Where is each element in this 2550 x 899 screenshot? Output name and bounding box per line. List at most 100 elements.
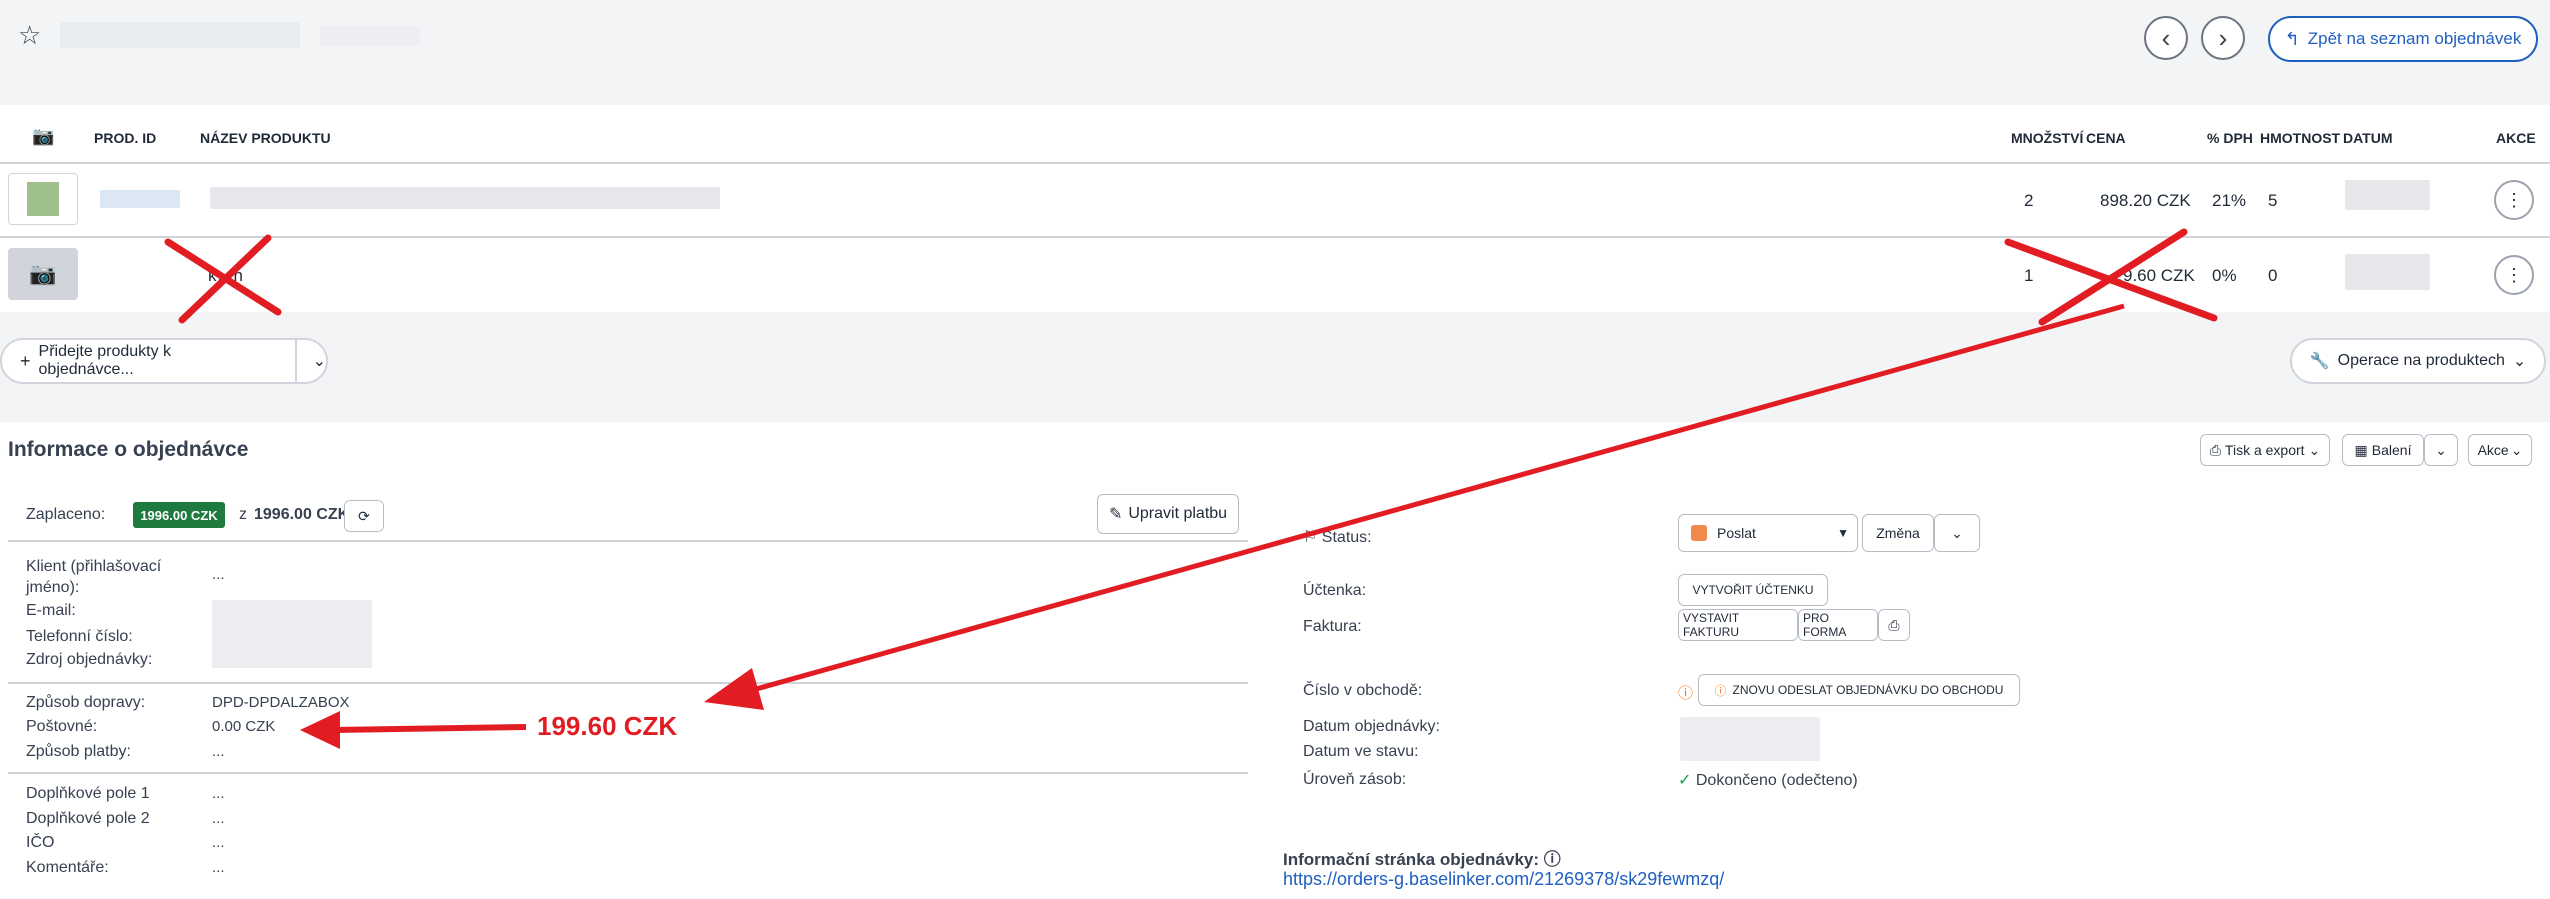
info-page-link[interactable]: https://orders-g.baselinker.com/21269378…: [1283, 869, 1724, 890]
edit-payment-button[interactable]: ✎ Upravit platbu: [1097, 494, 1239, 534]
caret-down-icon: ▼: [1837, 526, 1849, 540]
row1-price: 898.20 CZK: [2100, 191, 2191, 210]
actions-label: Akce: [2477, 442, 2509, 458]
shipping-method-label: Způsob dopravy:: [26, 694, 146, 711]
add-products-split-button[interactable]: + Přidejte produkty k objednávce... ⌄: [0, 338, 328, 384]
extra-field-1-value: ...: [212, 785, 225, 802]
paid-of-prefix: z: [239, 506, 247, 523]
phone-label: Telefonní číslo:: [26, 628, 133, 645]
extra-field-1-label: Doplňkové pole 1: [26, 785, 150, 802]
col-weight: HMOTNOST: [2260, 130, 2341, 146]
product-operations-label: Operace na produktech: [2337, 352, 2505, 369]
col-name: NÁZEV PRODUKTU: [200, 130, 331, 146]
back-to-orders-button[interactable]: ↰ Zpět na seznam objednávek: [2268, 16, 2538, 62]
product-thumbnail-placeholder[interactable]: 📷: [8, 248, 78, 300]
col-prod-id: PROD. ID: [94, 130, 157, 146]
row2-price: …9.60 CZK: [2106, 266, 2195, 285]
more-vertical-icon: ⋮: [2505, 189, 2523, 210]
info-page-label: Informační stránka objednávky: ⓘ: [1283, 845, 1561, 870]
comments-value: ...: [212, 859, 225, 876]
order-info-title: Informace o objednávce: [8, 438, 249, 461]
row2-actions-button[interactable]: ⋮: [2494, 255, 2534, 295]
chevron-down-icon: ⌄: [2512, 353, 2527, 370]
packing-label: Balení: [2371, 442, 2412, 458]
row2-weight: 0: [2268, 266, 2278, 285]
product-image: [27, 182, 59, 216]
divider: [8, 682, 1248, 684]
print-export-label: Tisk a export: [2224, 442, 2305, 458]
col-actions: AKCE: [2496, 130, 2536, 146]
contact-redacted: [212, 600, 372, 668]
status-date-label: Datum ve stavu:: [1303, 743, 1419, 760]
resend-order-button[interactable]: ⓘ ZNOVU ODESLAT OBJEDNÁVKU DO OBCHODU: [1698, 674, 2020, 706]
col-price: CENA: [2086, 130, 2126, 146]
annotation-amount: 199.60 CZK: [537, 711, 678, 741]
status-label: ⚐ Status:: [1303, 527, 1372, 547]
shipping-method-value: DPD-DPDALZABOX: [212, 694, 350, 711]
client-label: Klient (přihlašovací jméno):: [26, 558, 162, 596]
product-thumbnail[interactable]: [8, 173, 78, 225]
next-order-button[interactable]: ›: [2201, 16, 2245, 60]
camera-icon: 📷: [29, 261, 57, 286]
row1-actions-button[interactable]: ⋮: [2494, 180, 2534, 220]
check-icon: ✓: [1678, 772, 1692, 789]
paid-of-value: 1996.00 CZK: [254, 506, 350, 523]
col-qty: MNOŽSTVÍ: [2011, 130, 2084, 146]
box-icon: ▦: [2354, 441, 2368, 458]
receipt-label: Účtenka:: [1303, 582, 1367, 599]
postage-label: Poštovné:: [26, 718, 98, 735]
issue-invoice-button[interactable]: VYSTAVIT FAKTURU: [1678, 609, 1798, 641]
status-change-button[interactable]: Změna: [1862, 514, 1934, 552]
warning-icon: ⓘ: [1714, 683, 1727, 698]
create-receipt-label: VYTVOŘIT ÚČTENKU: [1692, 583, 1814, 597]
refresh-payment-button[interactable]: ⟳: [344, 500, 384, 532]
ico-label: IČO: [26, 834, 55, 851]
printer-icon: ⎙: [1888, 616, 1900, 633]
packing-dropdown-button[interactable]: ⌄: [2424, 434, 2458, 466]
row1-qty: 2: [2024, 191, 2034, 210]
row2-name-partial: k…n: [208, 266, 243, 285]
create-receipt-button[interactable]: VYTVOŘIT ÚČTENKU: [1678, 574, 1828, 606]
pro-forma-button[interactable]: PRO FORMA: [1798, 609, 1878, 641]
status-label-text: Status:: [1321, 529, 1372, 546]
postage-value: 0.00 CZK: [212, 718, 276, 735]
paid-badge: 1996.00 CZK: [133, 502, 225, 528]
help-icon[interactable]: ⓘ: [1544, 850, 1561, 869]
chevron-down-icon[interactable]: ⌄: [297, 351, 326, 371]
pencil-icon: ✎: [1108, 506, 1123, 523]
row2-date-redacted: [2345, 254, 2430, 290]
packing-button[interactable]: ▦ Balení: [2342, 434, 2424, 466]
edit-payment-label: Upravit platbu: [1128, 505, 1228, 522]
payment-method-label: Způsob platby:: [26, 743, 131, 760]
row1-weight: 5: [2268, 191, 2278, 210]
chevron-down-icon: ⌄: [2308, 441, 2321, 458]
chevron-down-icon: ⌄: [2510, 441, 2523, 458]
status-change-dropdown[interactable]: ⌄: [1934, 514, 1980, 552]
print-invoice-button[interactable]: ⎙: [1878, 609, 1910, 641]
status-color-swatch: [1691, 525, 1707, 541]
actions-button[interactable]: Akce ⌄: [2468, 434, 2532, 466]
col-date: DATUM: [2343, 130, 2393, 146]
order-info-panel: [0, 422, 2550, 899]
camera-icon: 📷: [32, 126, 55, 146]
status-select[interactable]: Poslat ▼: [1678, 514, 1858, 552]
paid-label: Zaplaceno:: [26, 506, 106, 523]
add-products-label: Přidejte produkty k objednávce...: [38, 343, 172, 378]
ico-value: ...: [212, 834, 225, 851]
flag-icon: ⚐: [1303, 529, 1318, 546]
shop-number-label: Číslo v obchodě:: [1303, 682, 1423, 699]
plus-icon: +: [20, 350, 31, 371]
invoice-label: Faktura:: [1303, 618, 1362, 635]
print-export-button[interactable]: ⎙ Tisk a export ⌄: [2200, 434, 2330, 466]
source-label: Zdroj objednávky:: [26, 651, 153, 668]
printer-icon: ⎙: [2209, 441, 2221, 458]
order-title-redacted: [60, 22, 300, 48]
resend-order-label: ZNOVU ODESLAT OBJEDNÁVKU DO OBCHODU: [1732, 683, 2004, 697]
dates-redacted: [1680, 717, 1820, 761]
payment-method-value: ...: [212, 743, 225, 760]
row1-date-redacted: [2345, 180, 2430, 210]
star-icon[interactable]: ☆: [18, 20, 41, 51]
product-operations-button[interactable]: 🔧 Operace na produktech ⌄: [2290, 338, 2546, 384]
row2-qty: 1: [2024, 266, 2034, 285]
prev-order-button[interactable]: ‹: [2144, 16, 2188, 60]
